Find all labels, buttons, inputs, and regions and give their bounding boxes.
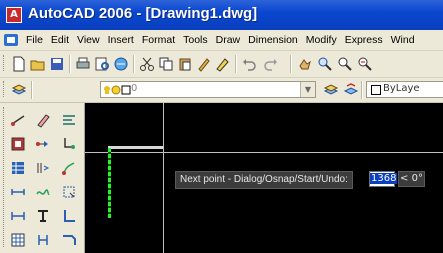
- move-icon[interactable]: [9, 183, 27, 201]
- plot-preview-icon[interactable]: [93, 55, 111, 73]
- rectangle-icon[interactable]: [9, 135, 27, 153]
- dynamic-input-length-field[interactable]: 1368: [369, 171, 398, 187]
- layer-name: 0: [131, 83, 138, 94]
- array-icon[interactable]: [60, 159, 78, 177]
- toolbar-separator: [361, 81, 363, 99]
- chevron-down-icon[interactable]: ▼: [300, 82, 315, 97]
- zoom-realtime-icon[interactable]: [316, 55, 334, 73]
- title-bar[interactable]: A AutoCAD 2006 - [Drawing1.dwg]: [0, 0, 443, 30]
- window-title: AutoCAD 2006 - [Drawing1.dwg]: [28, 5, 258, 22]
- menu-format[interactable]: Format: [138, 33, 179, 47]
- fillet-icon[interactable]: [60, 207, 78, 225]
- color-control-dropdown[interactable]: ByLaye: [366, 81, 443, 98]
- publish-icon[interactable]: [112, 55, 130, 73]
- stretch-icon[interactable]: [60, 183, 78, 201]
- menu-window[interactable]: Wind: [387, 33, 419, 47]
- undo-icon[interactable]: [240, 55, 258, 73]
- paste-icon[interactable]: [176, 55, 194, 73]
- make-current-layer-icon[interactable]: [322, 81, 340, 99]
- menu-express[interactable]: Express: [341, 33, 387, 47]
- drawn-polyline-segment[interactable]: [108, 148, 111, 218]
- toolbar-separator: [69, 55, 71, 73]
- hatch-icon[interactable]: [9, 231, 27, 249]
- match-properties-icon[interactable]: [195, 55, 213, 73]
- standard-toolbar: [0, 51, 443, 78]
- text-icon[interactable]: [34, 207, 52, 225]
- rubberband-line: [108, 146, 163, 149]
- toolbar-grip[interactable]: [3, 55, 7, 71]
- copy-icon[interactable]: [157, 55, 175, 73]
- zoom-previous-icon[interactable]: [356, 55, 374, 73]
- polyline-icon[interactable]: [60, 111, 78, 129]
- plot-icon[interactable]: [74, 55, 92, 73]
- arc-icon[interactable]: [34, 135, 52, 153]
- toolbar-separator: [290, 55, 292, 73]
- circle-icon[interactable]: [60, 135, 78, 153]
- offset-icon[interactable]: [34, 159, 52, 177]
- toolbar-separator: [31, 81, 33, 99]
- color-control-value: ByLaye: [383, 83, 420, 94]
- chamfer-icon[interactable]: [60, 231, 78, 249]
- autocad-app-icon[interactable]: A: [6, 7, 22, 23]
- spline-icon[interactable]: [34, 183, 52, 201]
- menu-insert[interactable]: Insert: [104, 33, 138, 47]
- menu-draw[interactable]: Draw: [212, 33, 245, 47]
- crosshair-vertical: [163, 103, 164, 253]
- layer-dropdown[interactable]: 0 ▼: [100, 81, 316, 98]
- dynamic-input-prompt: Next point - Dialog/Osnap/Start/Undo:: [175, 171, 353, 189]
- document-control-icon[interactable]: [3, 32, 19, 48]
- zoom-window-icon[interactable]: [336, 55, 354, 73]
- layer-state-icons: [104, 85, 131, 95]
- palette-grip[interactable]: [3, 107, 7, 247]
- dim-linear-icon[interactable]: [9, 207, 27, 225]
- menu-modify[interactable]: Modify: [302, 33, 341, 47]
- mirror-icon[interactable]: [9, 159, 27, 177]
- layers-toolbar: 0 ▼ ByLaye: [0, 78, 443, 103]
- toolbar-separator: [133, 55, 135, 73]
- menu-file[interactable]: File: [22, 33, 47, 47]
- menu-edit[interactable]: Edit: [47, 33, 73, 47]
- menu-tools[interactable]: Tools: [179, 33, 212, 47]
- pan-realtime-icon[interactable]: [296, 55, 314, 73]
- toolbar-separator: [235, 55, 237, 73]
- dynamic-input-angle-field[interactable]: < 0°: [398, 171, 425, 187]
- line-icon[interactable]: [9, 111, 27, 129]
- crosshair-horizontal: [85, 152, 443, 153]
- menu-dimension[interactable]: Dimension: [244, 33, 302, 47]
- toolbar-grip[interactable]: [3, 81, 7, 97]
- new-icon[interactable]: [10, 55, 28, 73]
- menu-view[interactable]: View: [73, 33, 104, 47]
- redo-icon[interactable]: [262, 55, 280, 73]
- open-icon[interactable]: [29, 55, 47, 73]
- autocad-window: A AutoCAD 2006 - [Drawing1.dwg] File Edi…: [0, 0, 443, 253]
- insert-block-icon[interactable]: [34, 231, 52, 249]
- save-icon[interactable]: [48, 55, 66, 73]
- draw-modify-palette: [0, 103, 85, 253]
- layer-previous-icon[interactable]: [342, 81, 360, 99]
- color-swatch: [371, 85, 381, 95]
- menu-bar: File Edit View Insert Format Tools Draw …: [0, 30, 443, 51]
- erase-icon[interactable]: [34, 111, 52, 129]
- layer-properties-icon[interactable]: [10, 81, 28, 99]
- length-value: 1368: [370, 173, 398, 184]
- block-editor-icon[interactable]: [214, 55, 232, 73]
- cut-icon[interactable]: [138, 55, 156, 73]
